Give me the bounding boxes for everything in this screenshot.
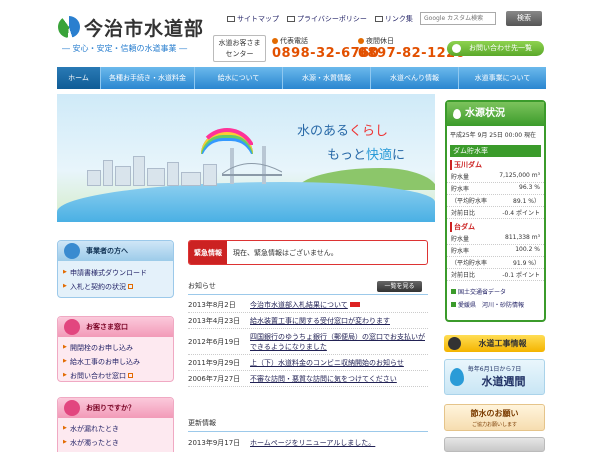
news-link[interactable]: 給水装置工事に関する受付窓口が変わります xyxy=(250,316,390,326)
water-saving-banner[interactable]: 節水のお願い ご協力お願いします xyxy=(444,404,545,431)
external-link-icon xyxy=(128,373,133,378)
water-drop-character-icon xyxy=(450,368,464,386)
nav-home[interactable]: ホーム xyxy=(57,67,101,89)
emergency-label: 緊急情報 xyxy=(189,241,227,264)
bullet-icon xyxy=(451,289,456,294)
nav-water-source[interactable]: 水源・水質情報 xyxy=(283,67,371,89)
news-link[interactable]: 上（下）水道料金のコンビニ収納開始のお知らせ xyxy=(250,358,404,368)
water-week-banner[interactable]: 毎年6月1日から7日 水道週間 xyxy=(444,359,545,395)
list-item: 2013年4月23日 給水装置工事に関する受付窓口が変わります xyxy=(188,313,428,329)
construction-info-banner[interactable]: 水道工事情報 xyxy=(444,335,545,352)
logo-mark-icon xyxy=(58,16,80,38)
updates-heading: 更新情報 xyxy=(188,418,428,432)
news-link[interactable]: 不審な訪問・悪質な訪問に気をつけてください xyxy=(250,374,397,384)
dam-name: 台ダム xyxy=(450,222,541,232)
trouble-box-title: お困りですか？ xyxy=(58,398,173,418)
news-link[interactable]: 今治市水道部入札結果について xyxy=(250,300,360,310)
list-item: 2013年8月2日 今治市水道部入札結果について xyxy=(188,297,428,313)
search-input[interactable] xyxy=(420,12,496,25)
top-links: サイトマップ プライバシーポリシー リンク集 xyxy=(227,14,413,24)
news-link[interactable]: 四国銀行のゆうちょ銀行（郵便局）の窓口でお支払いができるようになりました xyxy=(250,332,428,352)
news-list: 2013年8月2日 今治市水道部入札結果について 2013年4月23日 給水装置… xyxy=(188,297,428,387)
form-download-link[interactable]: 申請書様式ダウンロード xyxy=(58,266,173,280)
ehime-river-link[interactable]: 愛媛県 河川・砂防情報 xyxy=(447,298,544,311)
bidding-link[interactable]: 入札と契約の状況 xyxy=(58,280,173,294)
nav-about[interactable]: 水道事業について xyxy=(459,67,546,89)
logo-subtitle: ― 安心・安定・信頼の水道事業 ― xyxy=(62,44,188,53)
update-link[interactable]: ホームページをリニューアルしました。 xyxy=(250,438,375,448)
dam-row: 貯水率 100.2 % xyxy=(447,245,544,257)
inquiry-link[interactable]: お問い合わせ窓口 xyxy=(58,369,173,383)
worker-icon xyxy=(448,337,461,350)
bullet-icon xyxy=(451,302,456,307)
sea-illustration xyxy=(57,182,435,222)
business-box-title: 事業者の方へ xyxy=(58,241,173,261)
list-item: 2013年9月17日 ホームページをリニューアルしました。 xyxy=(188,438,376,448)
dam-rate-heading: ダム貯水率 xyxy=(450,145,541,157)
contact-list-button[interactable]: お問い合わせ先一覧 xyxy=(447,41,544,56)
nav-procedures[interactable]: 各種お手続き・水道料金 xyxy=(101,67,195,89)
hero-banner: 水のあるくらし もっと快適に xyxy=(57,94,435,222)
dam-name: 玉川ダム xyxy=(450,160,541,170)
water-work-link[interactable]: 給水工事のお申し込み xyxy=(58,355,173,369)
dam-row: （平均貯水率 89.1 %） xyxy=(447,195,544,207)
water-muddy-link[interactable]: 水が濁ったとき xyxy=(58,436,173,450)
nav-useful-info[interactable]: 水道べんり情報 xyxy=(371,67,459,89)
banner-partial[interactable] xyxy=(444,437,545,452)
emergency-info: 緊急情報 現在、緊急情報はございません。 xyxy=(188,240,428,265)
list-item: 2011年9月29日 上（下）水道料金のコンビニ収納開始のお知らせ xyxy=(188,355,428,371)
pdf-icon xyxy=(349,301,360,307)
mlit-data-link[interactable]: 国土交通省データ xyxy=(447,285,544,298)
external-link-icon xyxy=(128,284,133,289)
list-item: 2006年7月27日 不審な訪問・悪質な訪問に気をつけてください xyxy=(188,371,428,387)
water-drop-icon xyxy=(453,109,461,119)
dam-row: 対前日比 -0.4 ポイント xyxy=(447,207,544,219)
dam-row: （平均貯水率 91.9 %） xyxy=(447,257,544,269)
phone-icon xyxy=(358,38,364,44)
customer-box-title: お客さま窓口 xyxy=(58,317,173,337)
bridge-illustration xyxy=(222,146,282,184)
list-item: 2012年6月19日 四国銀行のゆうちょ銀行（郵便局）の窓口でお支払いができるよ… xyxy=(188,329,428,355)
tap-open-close-link[interactable]: 開閉栓のお申し込み xyxy=(58,341,173,355)
business-box: 事業者の方へ 申請書様式ダウンロード 入札と契約の状況 xyxy=(57,240,174,298)
trouble-box: お困りですか？ 水が漏れたとき 水が濁ったとき xyxy=(57,397,174,452)
main-nav: ホーム 各種お手続き・水道料金 給水について 水源・水質情報 水道べんり情報 水… xyxy=(57,67,546,89)
hero-catch-line-2: もっと快適に xyxy=(327,148,406,163)
hero-catch-line-1: 水のあるくらし xyxy=(297,124,389,139)
privacy-link[interactable]: プライバシーポリシー xyxy=(287,14,367,24)
person-icon xyxy=(64,243,80,259)
nav-water-supply[interactable]: 給水について xyxy=(195,67,283,89)
customer-box: お客さま窓口 開閉栓のお申し込み 給水工事のお申し込み お問い合わせ窓口 xyxy=(57,316,174,382)
monitor-icon xyxy=(374,16,383,22)
logo-title: 今治市水道部 xyxy=(84,18,205,40)
document-icon xyxy=(287,16,295,22)
sitemap-link[interactable]: サイトマップ xyxy=(227,14,279,24)
customer-center-label: 水道お客さま センター xyxy=(213,35,266,62)
emergency-text: 現在、緊急情報はございません。 xyxy=(233,248,338,257)
site-logo[interactable]: 今治市水道部 ― 安心・安定・信頼の水道事業 ― xyxy=(58,14,228,56)
phone-icon xyxy=(272,38,278,44)
sitemap-icon xyxy=(227,16,235,22)
water-leak-link[interactable]: 水が漏れたとき xyxy=(58,422,173,436)
water-source-date: 平成25年 9月 25日 00:00 現在 xyxy=(450,132,537,139)
news-heading: お知らせ 一覧を見る xyxy=(188,281,428,295)
mail-icon xyxy=(452,44,461,53)
customer-icon xyxy=(64,319,80,335)
dam-row: 貯水率 96.3 % xyxy=(447,183,544,195)
dam-row: 貯水量 7,125,000 m³ xyxy=(447,171,544,183)
news-more-button[interactable]: 一覧を見る xyxy=(377,281,422,292)
search-button[interactable]: 検索 xyxy=(506,11,542,26)
water-source-panel: 水源状況 平成25年 9月 25日 00:00 現在 ダム貯水率 玉川ダム 貯水… xyxy=(445,100,546,322)
dam-row: 貯水量 811,338 m³ xyxy=(447,233,544,245)
links-link[interactable]: リンク集 xyxy=(374,14,413,24)
question-icon xyxy=(64,400,80,416)
dam-row: 対前日比 -0.1 ポイント xyxy=(447,269,544,281)
water-source-title: 水源状況 xyxy=(447,102,544,126)
